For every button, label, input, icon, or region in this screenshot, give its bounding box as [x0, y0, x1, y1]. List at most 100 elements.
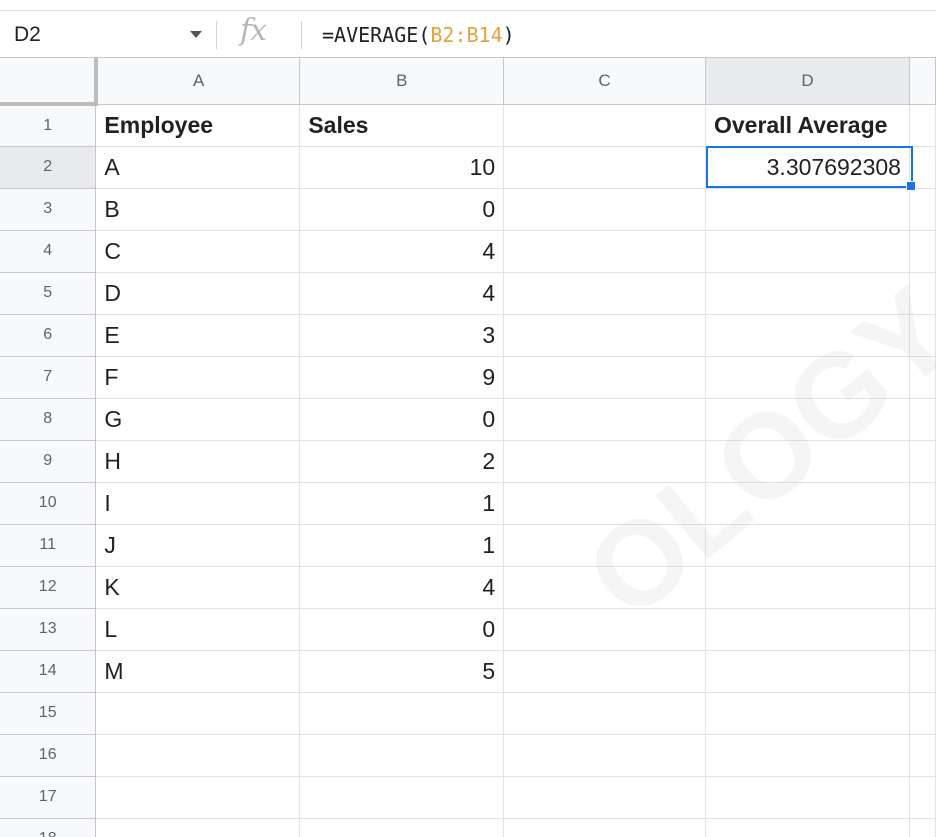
cell-c15[interactable]	[503, 692, 706, 735]
row-header[interactable]: 10	[0, 482, 97, 525]
cell-c4[interactable]	[503, 230, 706, 273]
cell-b4[interactable]: 4	[299, 230, 505, 273]
cell-a12[interactable]: K	[95, 566, 301, 609]
cell-e14[interactable]	[909, 650, 936, 693]
cell-e15[interactable]	[909, 692, 936, 735]
cell-b6[interactable]: 3	[299, 314, 505, 357]
cell-b7[interactable]: 9	[299, 356, 505, 399]
cell-c12[interactable]	[503, 566, 706, 609]
cell-c1[interactable]	[503, 104, 706, 147]
cell-d5[interactable]	[705, 272, 910, 315]
column-header-a[interactable]: A	[95, 58, 301, 105]
cell-a17[interactable]	[95, 776, 301, 819]
cell-b17[interactable]	[299, 776, 505, 819]
row-header[interactable]: 17	[0, 776, 97, 819]
cell-a9[interactable]: H	[95, 440, 301, 483]
row-header[interactable]: 4	[0, 230, 97, 273]
column-header-e[interactable]	[909, 58, 936, 105]
cell-c2[interactable]	[503, 146, 706, 189]
row-header[interactable]: 5	[0, 272, 97, 315]
cell-e13[interactable]	[909, 608, 936, 651]
row-header[interactable]: 14	[0, 650, 97, 693]
row-header[interactable]: 2	[0, 146, 97, 189]
cell-b3[interactable]: 0	[299, 188, 505, 231]
row-header[interactable]: 7	[0, 356, 97, 399]
cell-d9[interactable]	[705, 440, 910, 483]
cell-a11[interactable]: J	[95, 524, 301, 567]
cell-e17[interactable]	[909, 776, 936, 819]
cell-c18[interactable]	[503, 818, 706, 837]
name-box[interactable]: D2	[6, 11, 226, 58]
row-header[interactable]: 11	[0, 524, 97, 567]
cell-a6[interactable]: E	[95, 314, 301, 357]
cell-a8[interactable]: G	[95, 398, 301, 441]
cell-b12[interactable]: 4	[299, 566, 505, 609]
row-header[interactable]: 18	[0, 818, 97, 837]
cell-a13[interactable]: L	[95, 608, 301, 651]
cell-c6[interactable]	[503, 314, 706, 357]
row-header[interactable]: 3	[0, 188, 97, 231]
cell-d13[interactable]	[705, 608, 910, 651]
cell-a14[interactable]: M	[95, 650, 301, 693]
cell-d3[interactable]	[705, 188, 910, 231]
cell-d14[interactable]	[705, 650, 910, 693]
cell-b10[interactable]: 1	[299, 482, 505, 525]
cell-c5[interactable]	[503, 272, 706, 315]
cell-c11[interactable]	[503, 524, 706, 567]
cell-a2[interactable]: A	[95, 146, 301, 189]
cell-d2[interactable]: 3.307692308	[705, 146, 910, 189]
cell-a10[interactable]: I	[95, 482, 301, 525]
cell-e3[interactable]	[909, 188, 936, 231]
chevron-down-icon[interactable]	[190, 31, 202, 38]
cell-c9[interactable]	[503, 440, 706, 483]
cell-a5[interactable]: D	[95, 272, 301, 315]
cell-c8[interactable]	[503, 398, 706, 441]
row-header[interactable]: 16	[0, 734, 97, 777]
cell-e5[interactable]	[909, 272, 936, 315]
cell-b13[interactable]: 0	[299, 608, 505, 651]
cell-d7[interactable]	[705, 356, 910, 399]
formula-input[interactable]: =AVERAGE(B2:B14)	[322, 21, 515, 49]
row-header[interactable]: 8	[0, 398, 97, 441]
cell-e6[interactable]	[909, 314, 936, 357]
cell-e11[interactable]	[909, 524, 936, 567]
cell-c7[interactable]	[503, 356, 706, 399]
cell-c17[interactable]	[503, 776, 706, 819]
cell-e18[interactable]	[909, 818, 936, 837]
cell-e8[interactable]	[909, 398, 936, 441]
cell-d10[interactable]	[705, 482, 910, 525]
cell-b18[interactable]	[299, 818, 505, 837]
cell-e1[interactable]	[909, 104, 936, 147]
row-header[interactable]: 15	[0, 692, 97, 735]
cell-d6[interactable]	[705, 314, 910, 357]
cell-c10[interactable]	[503, 482, 706, 525]
cell-e4[interactable]	[909, 230, 936, 273]
cell-b2[interactable]: 10	[299, 146, 505, 189]
cell-c3[interactable]	[503, 188, 706, 231]
cell-e9[interactable]	[909, 440, 936, 483]
cell-a3[interactable]: B	[95, 188, 301, 231]
cell-a4[interactable]: C	[95, 230, 301, 273]
cell-d11[interactable]	[705, 524, 910, 567]
cell-e10[interactable]	[909, 482, 936, 525]
cell-b5[interactable]: 4	[299, 272, 505, 315]
row-header[interactable]: 1	[0, 104, 97, 147]
row-header[interactable]: 9	[0, 440, 97, 483]
cell-d12[interactable]	[705, 566, 910, 609]
cell-d15[interactable]	[705, 692, 910, 735]
column-header-b[interactable]: B	[299, 58, 505, 105]
cell-c16[interactable]	[503, 734, 706, 777]
cell-e12[interactable]	[909, 566, 936, 609]
cell-d16[interactable]	[705, 734, 910, 777]
cell-d1[interactable]: Overall Average	[705, 104, 910, 147]
column-header-c[interactable]: C	[503, 58, 706, 105]
row-header[interactable]: 13	[0, 608, 97, 651]
cell-b15[interactable]	[299, 692, 505, 735]
cell-b16[interactable]	[299, 734, 505, 777]
cell-a7[interactable]: F	[95, 356, 301, 399]
cell-a15[interactable]	[95, 692, 301, 735]
cell-b14[interactable]: 5	[299, 650, 505, 693]
cell-a18[interactable]	[95, 818, 301, 837]
cell-e7[interactable]	[909, 356, 936, 399]
cell-a1[interactable]: Employee	[95, 104, 301, 147]
